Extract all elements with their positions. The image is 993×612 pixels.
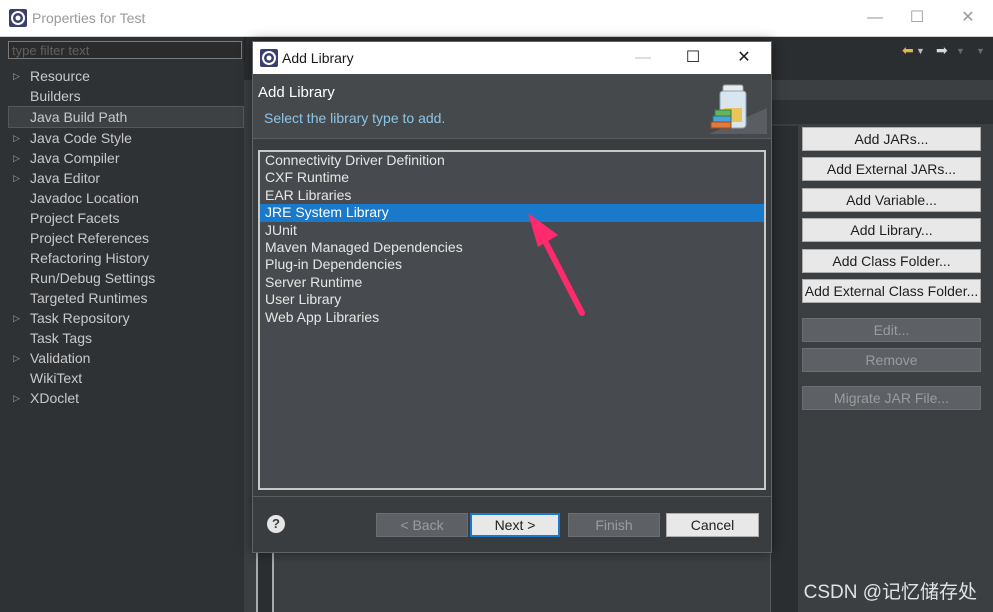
nav-item[interactable]: WikiText bbox=[0, 368, 244, 388]
nav-item-label: Java Compiler bbox=[30, 150, 120, 166]
nav-item-label: Task Tags bbox=[30, 330, 92, 346]
libraries-list[interactable] bbox=[770, 126, 798, 612]
library-type-item[interactable]: EAR Libraries bbox=[260, 187, 764, 204]
back-dropdown-icon[interactable]: ▼ bbox=[916, 46, 925, 56]
window-titlebar: Properties for Test — ☐ ✕ bbox=[0, 0, 993, 37]
nav-item[interactable]: ▷ Java Compiler bbox=[0, 148, 244, 168]
properties-nav-panel: ▷ Resource Builders Java Build Path ▷ Java Co… bbox=[0, 37, 245, 612]
nav-item-label: Targeted Runtimes bbox=[30, 290, 148, 306]
nav-item-label: Javadoc Location bbox=[30, 190, 139, 206]
nav-item-label: Project Facets bbox=[30, 210, 120, 226]
add-jars-button[interactable]: Add JARs... bbox=[802, 127, 981, 151]
button-bar-separator bbox=[253, 496, 771, 497]
dialog-close-button[interactable]: ✕ bbox=[722, 44, 766, 72]
nav-item-label: Java Editor bbox=[30, 170, 101, 186]
expand-arrow-icon[interactable]: ▷ bbox=[13, 348, 20, 368]
properties-tree: ▷ Resource Builders Java Build Path ▷ Java Co… bbox=[0, 66, 244, 408]
add-class-folder-button[interactable]: Add Class Folder... bbox=[802, 249, 981, 273]
maximize-button[interactable]: ☐ bbox=[897, 4, 937, 32]
nav-item[interactable]: Refactoring History bbox=[0, 248, 244, 268]
add-external-class-folder-button[interactable]: Add External Class Folder... bbox=[802, 279, 981, 303]
nav-item[interactable]: ▷ Resource bbox=[0, 66, 244, 86]
expand-arrow-icon[interactable]: ▷ bbox=[13, 148, 20, 168]
libraries-tab-strip bbox=[770, 100, 993, 124]
add-library-button[interactable]: Add Library... bbox=[802, 218, 981, 242]
finish-button[interactable]: Finish bbox=[568, 513, 660, 537]
annotation-arrow-icon bbox=[528, 213, 585, 316]
nav-item-label: Resource bbox=[30, 68, 90, 84]
nav-item[interactable]: Task Tags bbox=[0, 328, 244, 348]
nav-item[interactable]: Project Facets bbox=[0, 208, 244, 228]
nav-item-label: WikiText bbox=[30, 370, 83, 386]
close-button[interactable]: ✕ bbox=[948, 4, 988, 32]
remove-button[interactable]: Remove bbox=[802, 348, 981, 372]
forward-arrow-icon[interactable]: ➡ bbox=[936, 42, 948, 59]
back-button[interactable]: < Back bbox=[376, 513, 468, 537]
nav-item[interactable]: Builders bbox=[0, 86, 244, 106]
nav-item[interactable]: Java Build Path bbox=[8, 106, 244, 128]
filter-input[interactable] bbox=[8, 41, 242, 59]
wizard-title: Add Library bbox=[258, 84, 335, 101]
library-jar-icon bbox=[709, 84, 767, 134]
library-type-item[interactable]: CXF Runtime bbox=[260, 169, 764, 186]
nav-item-label: Refactoring History bbox=[30, 250, 150, 266]
expand-arrow-icon[interactable]: ▷ bbox=[13, 308, 20, 328]
wizard-message: Select the library type to add. bbox=[264, 110, 446, 126]
window-title: Properties for Test bbox=[32, 10, 146, 26]
nav-item[interactable]: ▷ Task Repository bbox=[0, 308, 244, 328]
nav-item[interactable]: Targeted Runtimes bbox=[0, 288, 244, 308]
nav-item-label: Java Code Style bbox=[30, 130, 132, 146]
expand-arrow-icon[interactable]: ▷ bbox=[13, 128, 20, 148]
cancel-button[interactable]: Cancel bbox=[666, 513, 759, 537]
nav-item[interactable]: Project References bbox=[0, 228, 244, 248]
left-scrollbar[interactable] bbox=[256, 552, 274, 612]
help-icon[interactable]: ? bbox=[267, 515, 285, 533]
nav-item-label: Java Build Path bbox=[30, 109, 128, 125]
nav-toolbar: ⬅ ▼ ➡ ▼ ▼ bbox=[770, 38, 993, 62]
nav-item[interactable]: ▷ Java Editor bbox=[0, 168, 244, 188]
view-menu-icon[interactable]: ▼ bbox=[976, 46, 985, 56]
migrate-jar-button[interactable]: Migrate JAR File... bbox=[802, 386, 981, 410]
expand-arrow-icon[interactable]: ▷ bbox=[13, 388, 20, 408]
add-variable-button[interactable]: Add Variable... bbox=[802, 188, 981, 212]
nav-item[interactable]: Run/Debug Settings bbox=[0, 268, 244, 288]
nav-item[interactable]: ▷ XDoclet bbox=[0, 388, 244, 408]
eclipse-app-icon bbox=[9, 9, 27, 27]
nav-item[interactable]: ▷ Java Code Style bbox=[0, 128, 244, 148]
minimize-button[interactable]: — bbox=[855, 4, 895, 32]
expand-arrow-icon[interactable]: ▷ bbox=[13, 168, 20, 188]
dialog-maximize-button[interactable]: ☐ bbox=[671, 44, 715, 72]
expand-arrow-icon[interactable]: ▷ bbox=[13, 66, 20, 86]
watermark: CSDN @记忆储存处 bbox=[803, 582, 977, 603]
nav-item-label: Validation bbox=[30, 350, 91, 366]
nav-item-label: Builders bbox=[30, 88, 81, 104]
eclipse-app-icon bbox=[260, 49, 278, 67]
edit-button[interactable]: Edit... bbox=[802, 318, 981, 342]
next-button[interactable]: Next > bbox=[470, 513, 560, 537]
add-external-jars-button[interactable]: Add External JARs... bbox=[802, 157, 981, 181]
forward-dropdown-icon[interactable]: ▼ bbox=[956, 46, 965, 56]
nav-item-label: Project References bbox=[30, 230, 150, 246]
wizard-header: Add Library Select the library type to a… bbox=[253, 74, 771, 139]
back-arrow-icon[interactable]: ⬅ bbox=[902, 42, 914, 59]
nav-item[interactable]: ▷ Validation bbox=[0, 348, 244, 368]
dialog-minimize-button[interactable]: — bbox=[621, 44, 665, 72]
dialog-titlebar: Add Library — ☐ ✕ bbox=[253, 42, 771, 74]
library-type-item[interactable]: Connectivity Driver Definition bbox=[260, 152, 764, 169]
nav-item[interactable]: Javadoc Location bbox=[0, 188, 244, 208]
nav-item-label: Run/Debug Settings bbox=[30, 270, 156, 286]
library-type-list[interactable]: Connectivity Driver Definition CXF Runtim… bbox=[258, 150, 766, 490]
nav-item-label: Task Repository bbox=[30, 310, 130, 326]
dialog-title: Add Library bbox=[282, 50, 354, 66]
nav-item-label: XDoclet bbox=[30, 390, 80, 406]
